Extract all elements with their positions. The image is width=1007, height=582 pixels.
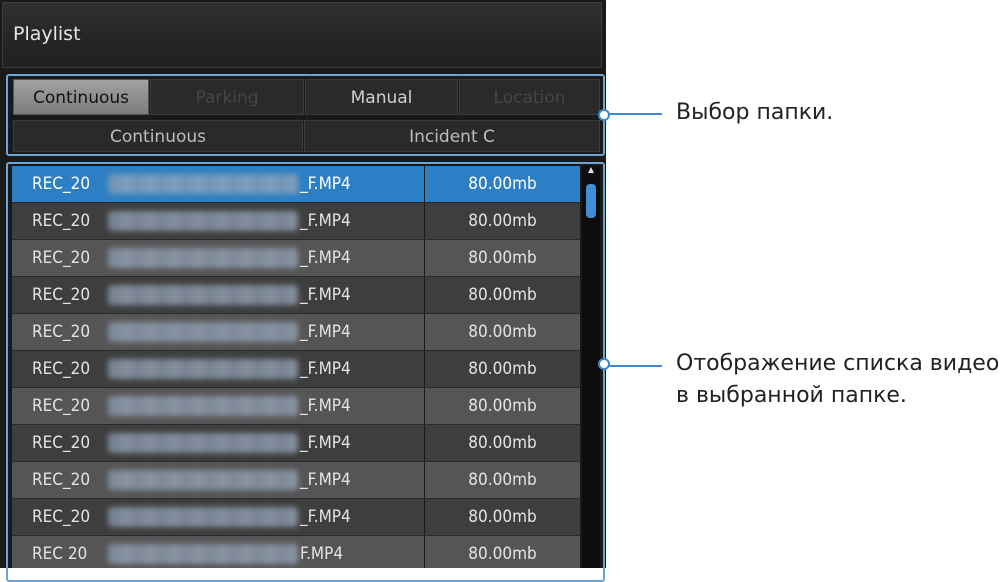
callout-line — [608, 113, 662, 115]
file-list-highlight — [6, 162, 610, 582]
callout-line — [608, 365, 662, 367]
callout-dot-icon — [598, 109, 610, 121]
callout-video-list-line2: в выбранной папке. — [676, 383, 907, 408]
title-bar: Playlist — [2, 2, 602, 68]
callout-video-list-line1: Отображение списка видео — [676, 351, 1000, 376]
window-title: Playlist — [13, 23, 81, 45]
callout-dot-icon — [598, 358, 610, 370]
callout-folder-select: Выбор папки. — [676, 100, 834, 125]
folder-tabs-highlight — [6, 74, 610, 156]
